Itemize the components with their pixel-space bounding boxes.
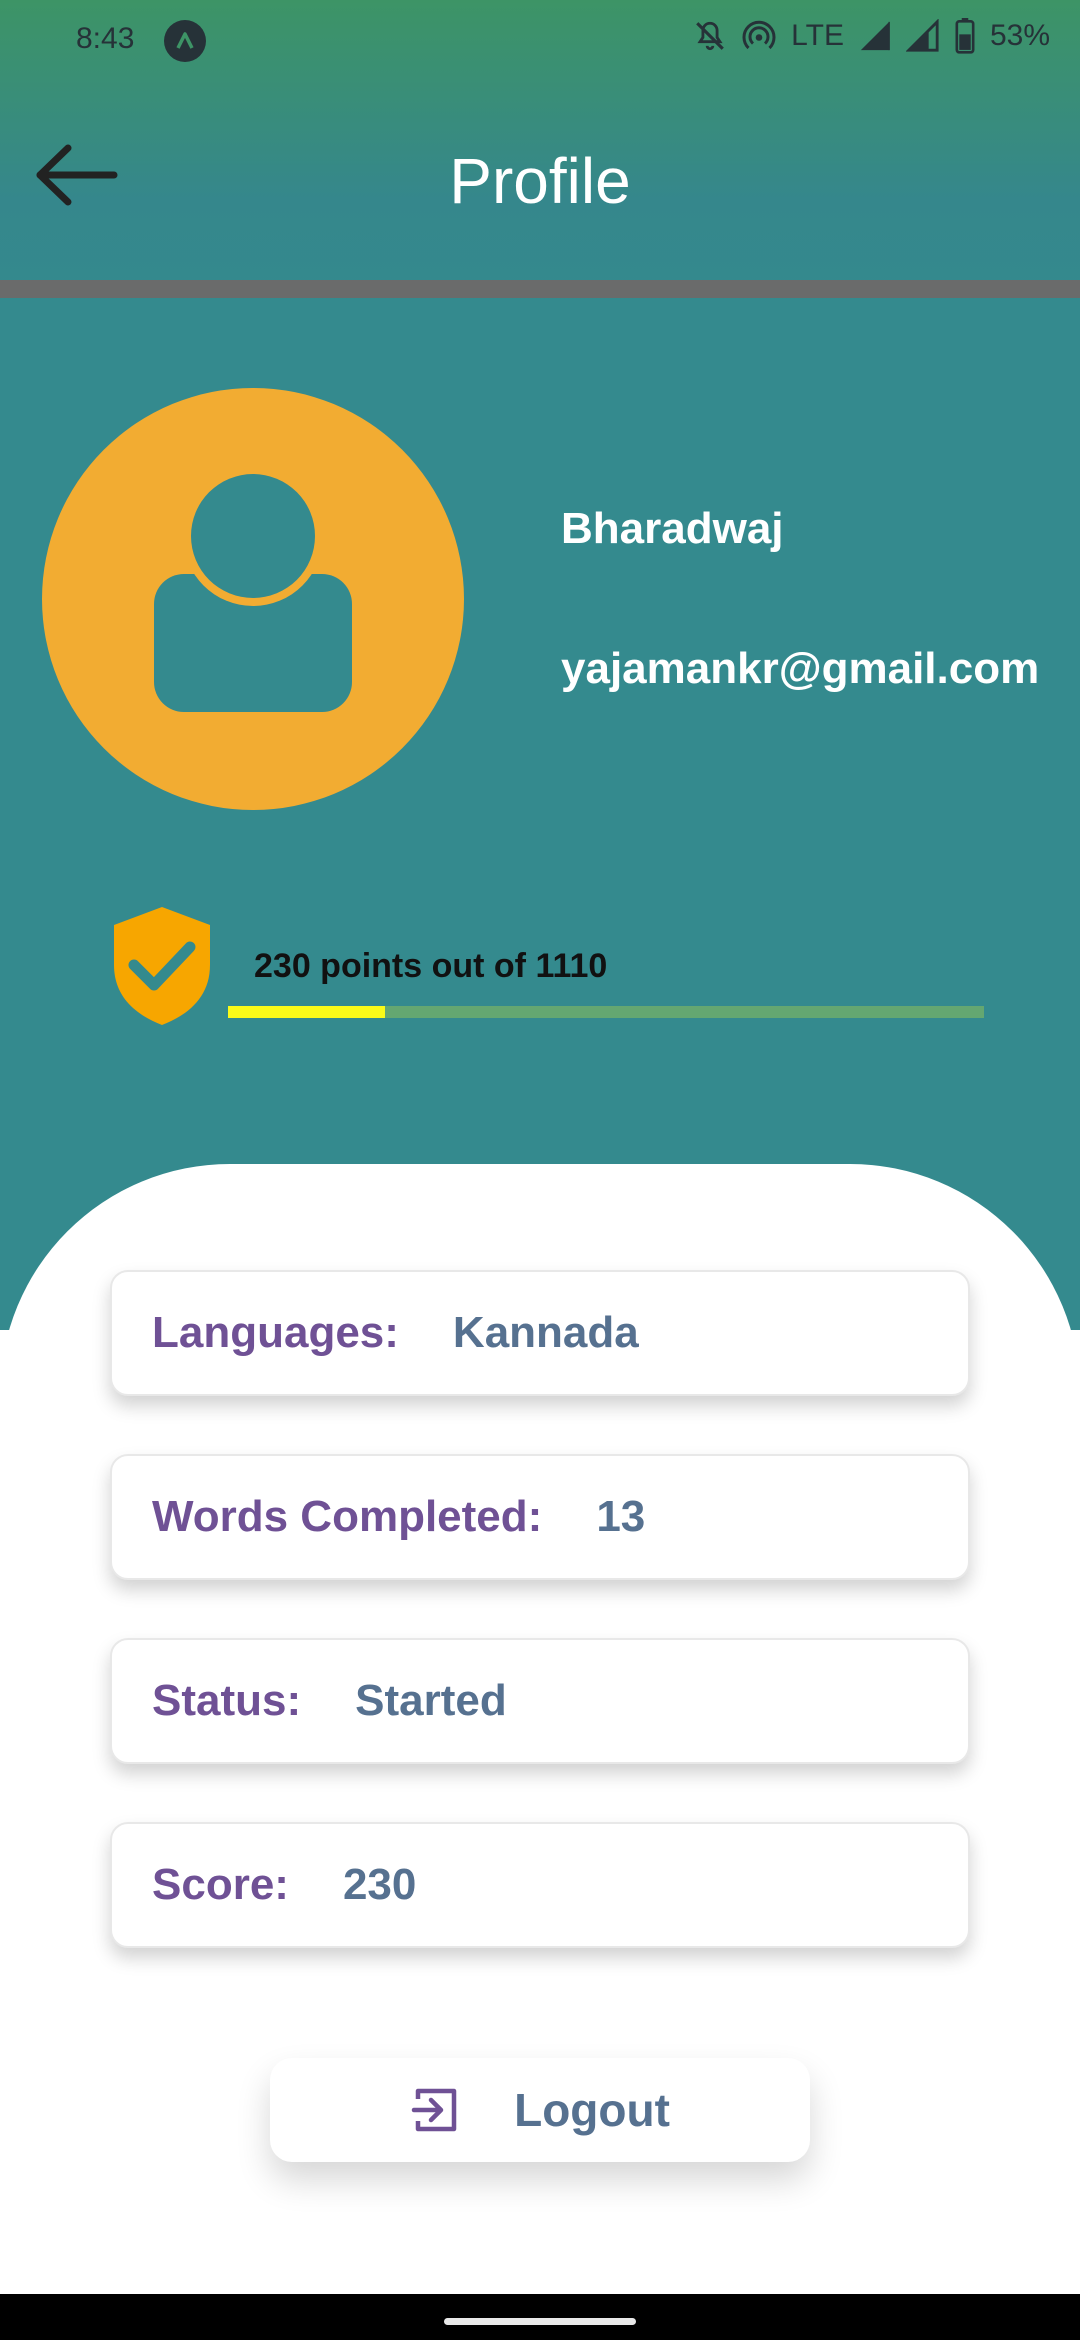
- status-indicators: LTE 53%: [693, 18, 1050, 54]
- points-progress-bar: [228, 1006, 984, 1018]
- shield-check-icon: [110, 905, 214, 1027]
- words-completed-card: Words Completed: 13: [110, 1454, 970, 1580]
- logout-button[interactable]: Logout: [270, 2058, 810, 2162]
- words-completed-label: Words Completed:: [152, 1492, 543, 1541]
- mute-icon: [693, 19, 727, 53]
- logout-icon: [411, 2088, 457, 2132]
- page-title: Profile: [449, 145, 631, 217]
- status-label: Status:: [152, 1676, 302, 1725]
- score-card: Score: 230: [110, 1822, 970, 1948]
- score-label: Score:: [152, 1860, 289, 1909]
- languages-label: Languages:: [152, 1308, 399, 1357]
- status-time: 8:43: [76, 22, 135, 55]
- languages-value: Kannada: [452, 1308, 639, 1357]
- a-notification-icon: [164, 20, 206, 62]
- battery-icon: [954, 18, 976, 54]
- profile-screen: 8:43 LTE 53% Profile Bharadwaj yajamankr…: [0, 0, 1080, 2340]
- battery-level: 53%: [989, 19, 1050, 52]
- languages-card: Languages: Kannada: [110, 1270, 970, 1396]
- logout-label: Logout: [514, 2084, 670, 2136]
- signal-icon: [905, 19, 940, 53]
- words-completed-value: 13: [596, 1492, 646, 1541]
- user-icon: [154, 466, 352, 712]
- avatar: [42, 388, 464, 810]
- hotspot-icon: [741, 18, 777, 54]
- points-summary: 230 points out of 1110: [254, 947, 608, 985]
- user-name: Bharadwaj: [561, 504, 784, 553]
- app-bar-divider: [0, 280, 1080, 298]
- signal-icon: [858, 19, 892, 53]
- network-type: LTE: [791, 19, 844, 52]
- app-bar: Profile: [0, 84, 1080, 280]
- system-nav-bar: [0, 2294, 1080, 2340]
- status-bar: 8:43 LTE 53%: [0, 0, 1080, 84]
- score-value: 230: [342, 1860, 417, 1909]
- home-gesture-handle[interactable]: [444, 2318, 636, 2325]
- status-value: Started: [355, 1676, 507, 1725]
- status-card: Status: Started: [110, 1638, 970, 1764]
- points-progress-fill: [228, 1006, 385, 1018]
- user-email: yajamankr@gmail.com: [561, 644, 1040, 693]
